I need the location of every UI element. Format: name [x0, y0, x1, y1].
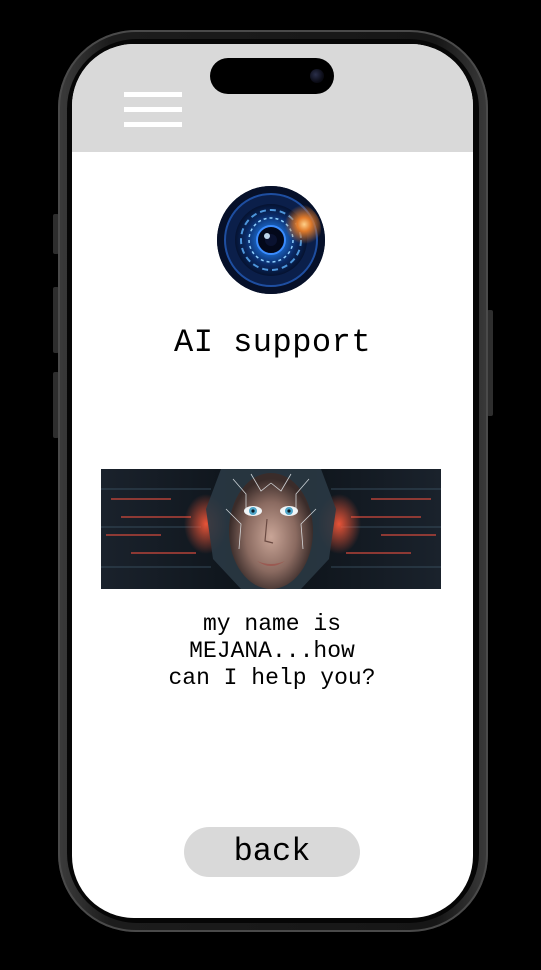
ai-android-face-image	[101, 469, 441, 589]
menu-line	[124, 107, 182, 112]
front-camera-icon	[310, 69, 324, 83]
hamburger-menu-icon[interactable]	[124, 90, 182, 128]
device-stage: AI support my name is MEJANA...how can I…	[0, 0, 541, 970]
assistant-message: my name is MEJANA...how can I help you?	[168, 611, 376, 691]
page-title: AI support	[173, 324, 372, 361]
menu-line	[124, 92, 182, 97]
ai-eye-lens-icon	[217, 186, 325, 294]
dynamic-island	[210, 58, 334, 94]
ai-face-banner	[101, 469, 441, 589]
back-button[interactable]: back	[184, 827, 360, 877]
menu-line	[124, 122, 182, 127]
ai-avatar	[217, 186, 325, 294]
phone-screen: AI support my name is MEJANA...how can I…	[72, 44, 473, 918]
